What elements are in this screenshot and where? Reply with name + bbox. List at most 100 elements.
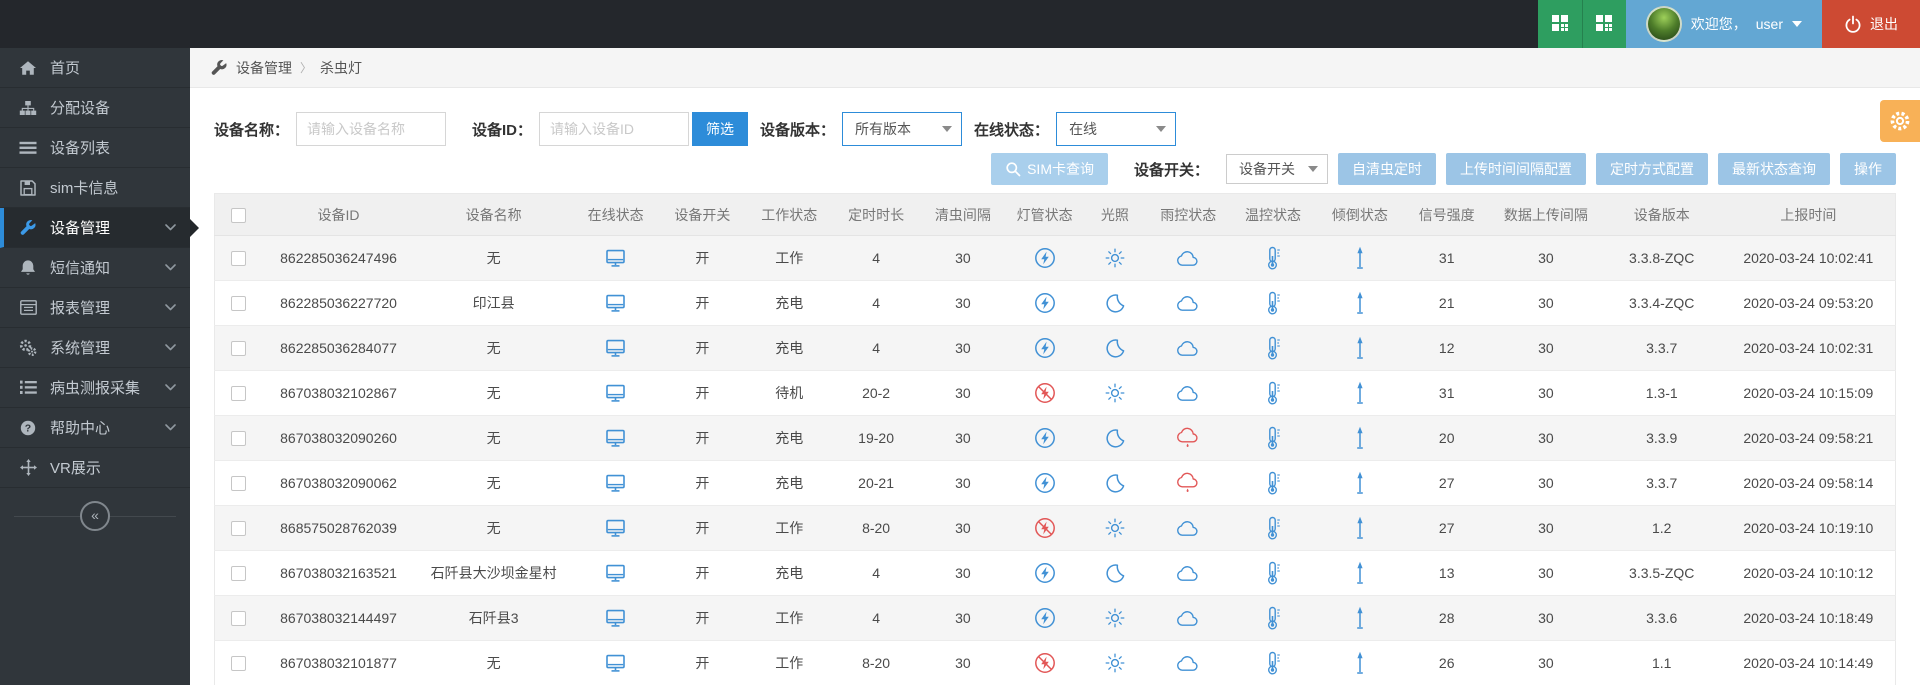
upload-interval-config-button[interactable]: 上传时间间隔配置 <box>1446 153 1586 185</box>
row-checkbox[interactable] <box>231 251 246 266</box>
row-checkbox[interactable] <box>231 296 246 311</box>
ordered-list-icon <box>18 380 38 395</box>
device-name-cell: 石阡县3 <box>415 596 572 641</box>
device-switch-cell: 开 <box>659 236 746 281</box>
chevron-down-icon <box>165 264 176 271</box>
timer-duration-cell: 20-21 <box>833 461 920 506</box>
main-panel: 设备管理 〉 杀虫灯 设备名称： 设备ID： 筛选 设备版本： 所有版本 在线状… <box>190 48 1920 685</box>
report-time-cell: 2020-03-24 09:58:21 <box>1722 416 1896 461</box>
floppy-icon <box>18 180 38 196</box>
work-status-cell: 工作 <box>746 506 833 551</box>
tilt-status-cell <box>1316 281 1403 326</box>
sidebar-item-sim-card-info[interactable]: sim卡信息 <box>0 168 190 208</box>
select-all-checkbox[interactable] <box>231 208 246 223</box>
device-id-cell: 867038032144497 <box>262 596 415 641</box>
tilt-status-icon <box>1353 651 1367 675</box>
signal-cell: 12 <box>1403 326 1490 371</box>
row-checkbox[interactable] <box>231 476 246 491</box>
row-checkbox[interactable] <box>231 341 246 356</box>
chevron-down-icon <box>942 126 952 132</box>
online-monitor-icon <box>606 519 625 537</box>
online-status-select[interactable]: 在线 <box>1056 112 1176 146</box>
report-time-cell: 2020-03-24 09:58:14 <box>1722 461 1896 506</box>
sidebar-item-sms-notify[interactable]: 短信通知 <box>0 248 190 288</box>
row-checkbox[interactable] <box>231 656 246 671</box>
sidebar-item-assign-device[interactable]: 分配设备 <box>0 88 190 128</box>
work-status-cell: 充电 <box>746 551 833 596</box>
sidebar-item-label: VR展示 <box>50 457 176 478</box>
moon-icon <box>1104 427 1126 449</box>
sidebar-item-device-manage[interactable]: 设备管理 <box>0 208 190 248</box>
online-monitor-icon <box>606 294 625 312</box>
cloud-icon <box>1176 339 1200 357</box>
sidebar-item-home[interactable]: 首页 <box>0 48 190 88</box>
sun-icon <box>1104 517 1126 539</box>
sim-query-button[interactable]: SIM卡查询 <box>991 153 1108 185</box>
checkbox-cell <box>215 326 263 371</box>
table-row: 867038032101877 无 开 工作 8-20 30 26 30 1.1… <box>215 641 1896 685</box>
auto-clean-timer-button[interactable]: 自清虫定时 <box>1338 153 1436 185</box>
rain-status-cell <box>1147 461 1230 506</box>
sidebar-item-vr-display[interactable]: VR展示 <box>0 448 190 488</box>
device-id-input[interactable] <box>539 112 689 146</box>
upload-interval-cell: 30 <box>1490 326 1602 371</box>
collapse-sidebar-button[interactable]: « <box>80 501 110 531</box>
timer-mode-config-button[interactable]: 定时方式配置 <box>1596 153 1708 185</box>
user-menu[interactable]: 欢迎您， user <box>1626 0 1822 48</box>
row-checkbox[interactable] <box>231 566 246 581</box>
app-grid-button-1[interactable] <box>1538 0 1582 48</box>
row-checkbox[interactable] <box>231 611 246 626</box>
topbar: 欢迎您， user 退出 <box>0 0 1920 48</box>
light-status-cell <box>1083 281 1147 326</box>
cloud-icon <box>1176 249 1200 267</box>
tilt-status-icon <box>1353 561 1367 585</box>
sidebar-item-help-center[interactable]: ? 帮助中心 <box>0 408 190 448</box>
work-status-cell: 充电 <box>746 326 833 371</box>
table-row: 867038032090260 无 开 充电 19-20 30 20 30 3.… <box>215 416 1896 461</box>
logout-button[interactable]: 退出 <box>1822 0 1920 48</box>
online-monitor-icon <box>606 384 625 402</box>
clean-interval-cell: 30 <box>920 461 1007 506</box>
lamp-on-icon <box>1034 562 1056 584</box>
settings-gear-button[interactable] <box>1880 100 1920 142</box>
version-cell: 3.3.8-ZQC <box>1602 236 1722 281</box>
device-switch-cell: 开 <box>659 416 746 461</box>
rain-status-cell <box>1147 371 1230 416</box>
sidebar-item-pest-report-collect[interactable]: 病虫测报采集 <box>0 368 190 408</box>
thermometer-icon <box>1263 561 1283 585</box>
operation-button[interactable]: 操作 <box>1840 153 1896 185</box>
cloud-icon <box>1176 609 1200 627</box>
row-checkbox[interactable] <box>231 386 246 401</box>
action-toolbar: SIM卡查询 设备开关： 设备开关 自清虫定时上传时间间隔配置定时方式配置最新状… <box>214 153 1896 185</box>
breadcrumb-section[interactable]: 设备管理 <box>236 58 292 78</box>
device-version-select[interactable]: 所有版本 <box>842 112 962 146</box>
filter-button[interactable]: 筛选 <box>692 112 748 146</box>
device-switch-select[interactable]: 设备开关 <box>1226 154 1328 184</box>
row-checkbox[interactable] <box>231 521 246 536</box>
lamp-status-cell <box>1006 326 1083 371</box>
tilt-status-cell <box>1316 506 1403 551</box>
device-switch-cell: 开 <box>659 596 746 641</box>
version-cell: 1.1 <box>1602 641 1722 685</box>
row-checkbox[interactable] <box>231 431 246 446</box>
sidebar-item-label: sim卡信息 <box>50 177 176 198</box>
rain-status-cell <box>1147 281 1230 326</box>
online-status-cell <box>572 416 659 461</box>
sidebar-item-label: 帮助中心 <box>50 417 165 438</box>
sidebar-item-system-manage[interactable]: 系统管理 <box>0 328 190 368</box>
sidebar-item-report-manage[interactable]: 报表管理 <box>0 288 190 328</box>
upload-interval-cell: 30 <box>1490 371 1602 416</box>
latest-status-query-button[interactable]: 最新状态查询 <box>1718 153 1830 185</box>
sidebar-menu: 首页 分配设备 设备列表 sim卡信息 设备管理 短信通知 报表管理 系统管理 <box>0 48 190 488</box>
search-icon <box>1005 161 1021 177</box>
thermometer-icon <box>1263 426 1283 450</box>
temp-status-cell <box>1230 371 1317 416</box>
device-name-input[interactable] <box>296 112 446 146</box>
app-grid-button-2[interactable] <box>1582 0 1626 48</box>
moon-icon <box>1104 562 1126 584</box>
move-icon <box>18 459 38 476</box>
column-header: 光照 <box>1083 194 1147 236</box>
timer-duration-cell: 4 <box>833 326 920 371</box>
sidebar-item-device-list[interactable]: 设备列表 <box>0 128 190 168</box>
table-body: 862285036247496 无 开 工作 4 30 31 30 3.3.8-… <box>215 236 1896 685</box>
